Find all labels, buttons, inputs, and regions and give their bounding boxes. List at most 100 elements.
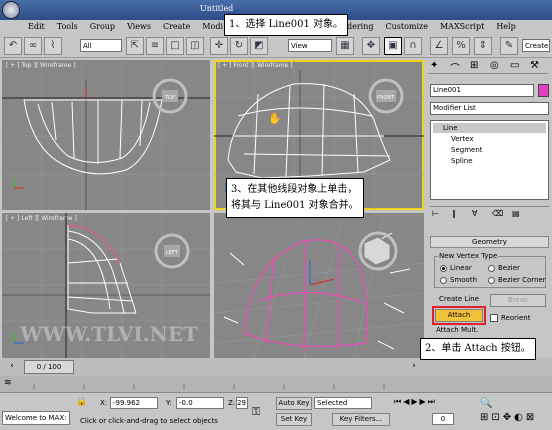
lock-selection-icon[interactable]: 🔒 xyxy=(76,397,87,407)
radio-bezier-label: Bezier xyxy=(498,264,520,272)
modifier-list-dropdown[interactable]: Modifier List xyxy=(430,102,549,115)
svg-text:TOP: TOP xyxy=(164,95,175,101)
radio-linear-label: Linear xyxy=(450,264,472,272)
y-coord-field[interactable]: -0.0 xyxy=(176,397,224,409)
hierarchy-tab-icon[interactable]: ⊞ xyxy=(470,60,478,71)
move-icon[interactable]: ✛ xyxy=(210,37,228,55)
attach-button[interactable]: Attach xyxy=(435,309,483,322)
radio-smooth[interactable] xyxy=(440,277,447,284)
remove-modifier-icon[interactable]: ⌫ xyxy=(492,209,503,218)
prev-frame-icon[interactable]: ‹ xyxy=(2,361,22,373)
menu-edit[interactable]: Edit xyxy=(22,20,51,34)
curve-editor-icon[interactable]: ≋ xyxy=(4,378,20,390)
stack-item-vertex[interactable]: Vertex xyxy=(451,135,474,143)
reference-coord-dropdown[interactable]: View xyxy=(288,39,332,52)
z-label: Z: xyxy=(228,399,236,407)
viewport-navigation-icons[interactable]: 🔍⊞⊡✥◐⊠ xyxy=(480,397,548,425)
snap-icon[interactable]: ∩ xyxy=(404,37,422,55)
object-color-swatch[interactable] xyxy=(538,84,549,97)
display-tab-icon[interactable]: ▭ xyxy=(510,60,519,71)
object-name-field[interactable]: Line001 xyxy=(430,84,534,97)
link-icon[interactable]: ∞ xyxy=(24,37,42,55)
app-logo-icon[interactable] xyxy=(2,1,20,19)
menu-tools[interactable]: Tools xyxy=(51,20,84,34)
svg-text:✋: ✋ xyxy=(268,112,282,125)
selection-filter-dropdown[interactable]: All xyxy=(80,39,122,52)
undo-icon[interactable]: ↶ xyxy=(4,37,22,55)
radio-smooth-label: Smooth xyxy=(450,276,478,284)
geometry-rollout-header[interactable]: Geometry xyxy=(430,236,549,248)
configure-sets-icon[interactable]: ▤ xyxy=(512,209,520,218)
pivot-icon[interactable]: ▦ xyxy=(336,37,354,55)
svg-text:LEFT: LEFT xyxy=(166,250,179,256)
manipulate-icon[interactable]: ✥ xyxy=(362,37,380,55)
attach-mult-button[interactable]: Attach Mult. xyxy=(436,326,478,334)
show-end-result-icon[interactable]: ‖ xyxy=(452,209,456,218)
window-title: Untitled xyxy=(200,4,234,13)
radio-bezier-corner[interactable] xyxy=(488,277,495,284)
track-ticks xyxy=(33,384,385,390)
track-bar[interactable]: ≋ xyxy=(0,376,552,392)
scale-icon[interactable]: ◩ xyxy=(250,37,268,55)
next-frame-icon[interactable]: › xyxy=(404,361,424,373)
menu-help[interactable]: Help xyxy=(490,20,521,34)
playback-controls[interactable]: ⏮◀▶▶⏭ xyxy=(394,397,464,409)
modify-tab-icon[interactable]: ⌒ xyxy=(450,60,460,75)
angle-snap-icon[interactable]: ∠ xyxy=(430,37,448,55)
viewport-perspective[interactable] xyxy=(214,213,424,358)
main-toolbar: ↶ ∞ ⌇ All ⇱ ≡ □ ◫ ✛ ↻ ◩ View ▦ ✥ ▣ ∩ ∠ %… xyxy=(0,34,552,58)
set-key-button[interactable]: Set Key xyxy=(276,413,312,426)
menu-maxscript[interactable]: MAXScript xyxy=(434,20,490,34)
menu-create[interactable]: Create xyxy=(157,20,196,34)
stack-toolbar: ⊢ ‖ ∀ ⌫ ▤ xyxy=(430,206,549,220)
time-slider-thumb[interactable]: 0 / 100 xyxy=(24,360,74,374)
utilities-tab-icon[interactable]: ⚒ xyxy=(530,60,539,71)
viewport-top[interactable]: [ + ] Top ][ Wireframe ] TOP xyxy=(2,60,210,210)
radio-linear[interactable] xyxy=(440,265,447,272)
radio-bezier[interactable] xyxy=(488,265,495,272)
stack-item-line[interactable]: Line xyxy=(433,123,546,133)
reorient-checkbox[interactable] xyxy=(490,314,498,322)
status-bar: Welcome to MAX: 🔒 X: -99.962 Y: -0.0 Z: … xyxy=(0,392,552,430)
motion-tab-icon[interactable]: ◎ xyxy=(490,60,499,71)
radio-bezier-corner-label: Bezier Corner xyxy=(498,276,546,284)
break-button[interactable]: Break xyxy=(490,294,546,307)
stack-item-segment[interactable]: Segment xyxy=(451,146,483,154)
edit-named-sel-icon[interactable]: ✎ xyxy=(500,37,518,55)
rotate-icon[interactable]: ↻ xyxy=(230,37,248,55)
spinner-snap-icon[interactable]: ⇕ xyxy=(474,37,492,55)
stack-item-spline[interactable]: Spline xyxy=(451,157,473,165)
unlink-icon[interactable]: ⌇ xyxy=(44,37,62,55)
percent-snap-icon[interactable]: % xyxy=(452,37,470,55)
create-tab-icon[interactable]: ✦ xyxy=(430,60,438,71)
maxscript-listener[interactable]: Welcome to MAX: xyxy=(2,411,70,425)
current-frame-field[interactable]: 0 xyxy=(432,413,454,425)
prompt-line: Click or click-and-drag to select object… xyxy=(80,417,218,425)
callout-step-1: 1、选择 Line001 对象。 xyxy=(224,14,349,36)
x-label: X: xyxy=(100,399,108,407)
select-by-name-icon[interactable]: ≡ xyxy=(146,37,164,55)
window-crossing-icon[interactable]: ◫ xyxy=(186,37,204,55)
named-selection-dropdown[interactable]: Create xyxy=(522,39,550,52)
rect-select-icon[interactable]: □ xyxy=(166,37,184,55)
command-panel: ✦ ⌒ ⊞ ◎ ▭ ⚒ Line001 Modifier List Line V… xyxy=(426,58,552,358)
auto-key-button[interactable]: Auto Key xyxy=(276,397,312,410)
pin-stack-icon[interactable]: ⊢ xyxy=(432,209,439,218)
z-coord-field[interactable]: 29 xyxy=(236,397,248,409)
x-coord-field[interactable]: -99.962 xyxy=(110,397,158,409)
menu-views[interactable]: Views xyxy=(121,20,157,34)
key-icon[interactable]: ⚿ xyxy=(252,405,260,419)
perspective-view-wireframe xyxy=(214,213,424,358)
menu-customize[interactable]: Customize xyxy=(379,20,434,34)
select-icon[interactable]: ⇱ xyxy=(126,37,144,55)
callout-step-3: 3、在其他线段对象上单击， 将其与 Line001 对象合并。 xyxy=(226,178,364,218)
make-unique-icon[interactable]: ∀ xyxy=(472,209,477,218)
svg-text:FRONT: FRONT xyxy=(377,95,395,101)
callout-step-3-line-1: 3、在其他线段对象上单击， xyxy=(231,184,358,195)
menu-group[interactable]: Group xyxy=(84,20,121,34)
key-filters-button[interactable]: Key Filters... xyxy=(332,413,390,426)
callout-step-3-line-2: 将其与 Line001 对象合并。 xyxy=(231,200,359,211)
keyboard-shortcut-icon[interactable]: ▣ xyxy=(384,37,402,55)
time-slider[interactable]: ‹ 0 / 100 › xyxy=(0,358,552,376)
key-filter-dropdown[interactable]: Selected xyxy=(314,397,372,409)
